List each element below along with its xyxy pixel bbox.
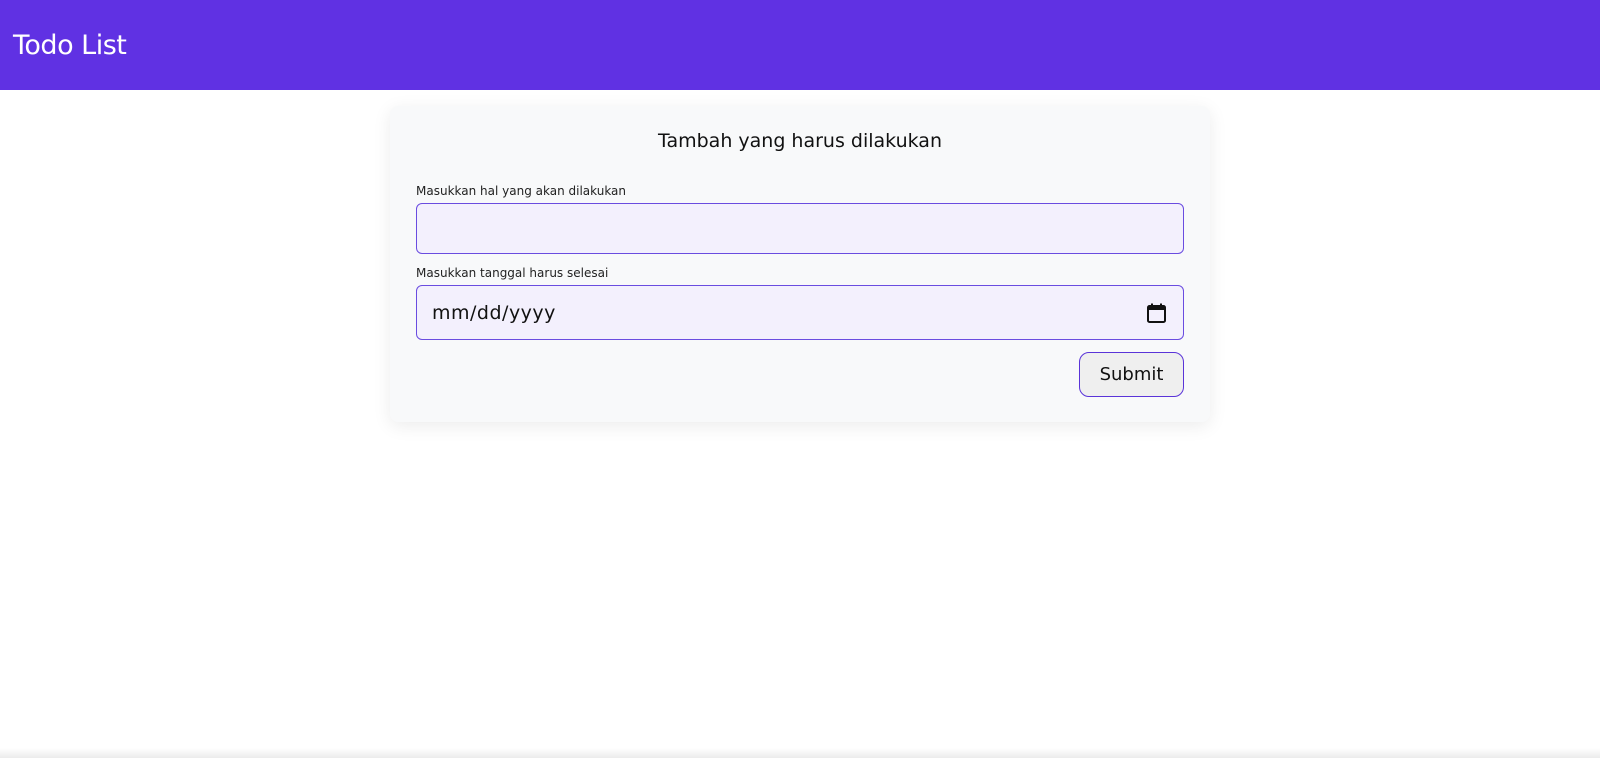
calendar-icon[interactable] bbox=[1145, 302, 1167, 324]
app-title: Todo List bbox=[13, 29, 127, 61]
todo-input[interactable] bbox=[416, 203, 1184, 254]
submit-button[interactable]: Submit bbox=[1079, 352, 1184, 397]
todo-form-card: Tambah yang harus dilakukan Masukkan hal… bbox=[390, 106, 1210, 422]
due-date-input[interactable]: mm/dd/yyyy bbox=[416, 285, 1184, 340]
todo-input-label: Masukkan hal yang akan dilakukan bbox=[416, 184, 627, 198]
app-header: Todo List bbox=[0, 0, 1600, 90]
due-date-label: Masukkan tanggal harus selesai bbox=[416, 266, 609, 280]
form-heading: Tambah yang harus dilakukan bbox=[658, 130, 942, 152]
bottom-shadow bbox=[0, 748, 1600, 758]
due-date-placeholder: mm/dd/yyyy bbox=[432, 301, 556, 324]
